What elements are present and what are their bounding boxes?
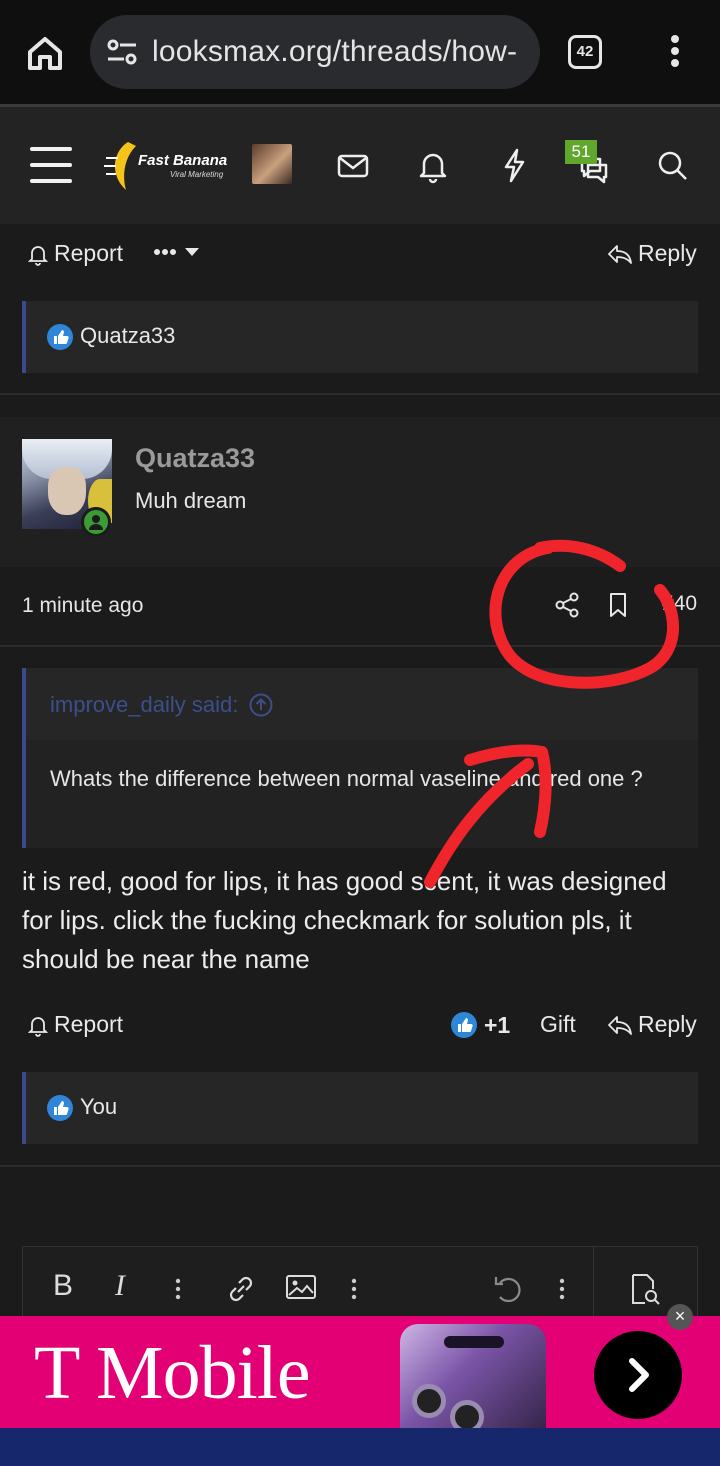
liked-by-user[interactable]: You (80, 1094, 117, 1120)
browser-menu-icon[interactable] (660, 32, 690, 72)
browser-toolbar: looksmax.org/threads/how- 42 (0, 0, 720, 104)
site-header: Fast Banana Viral Marketing 51 (0, 107, 720, 224)
quote-text: Whats the difference between normal vase… (50, 766, 643, 791)
preview-icon[interactable] (627, 1271, 663, 1312)
post-timestamp[interactable]: 1 minute ago (22, 594, 143, 618)
site-settings-icon[interactable] (106, 38, 138, 66)
share-icon[interactable] (554, 591, 580, 624)
quote-body: Whats the difference between normal vase… (26, 740, 698, 848)
inbox-icon[interactable] (333, 145, 373, 185)
divider (0, 1165, 720, 1167)
gift-button[interactable]: Gift (540, 1011, 576, 1038)
post-actions: Report +1 Gift Reply (0, 997, 720, 1057)
post-username[interactable]: Quatza33 (135, 443, 255, 474)
logo-text: Fast Banana (138, 152, 228, 169)
post-meta: 1 minute ago #40 (0, 567, 720, 645)
ad-banner[interactable]: T Mobile (0, 1316, 720, 1428)
like-icon (47, 324, 73, 350)
image-icon[interactable] (285, 1273, 317, 1306)
user-title: Muh dream (135, 488, 247, 513)
address-bar[interactable]: looksmax.org/threads/how- (90, 15, 540, 89)
search-icon[interactable] (652, 145, 692, 185)
report-label: Report (54, 240, 124, 266)
like-icon (47, 1095, 73, 1121)
like-count-button[interactable]: +1 (450, 1011, 510, 1039)
url-text[interactable]: looksmax.org/threads/how- (152, 35, 532, 69)
bell-icon (27, 1016, 49, 1037)
divider (0, 393, 720, 395)
quote-header[interactable]: improve_daily said: (50, 692, 274, 718)
reply-button[interactable]: Reply (606, 240, 697, 267)
report-label: Report (54, 1011, 124, 1037)
post-body-text: it is red, good for lips, it has good sc… (22, 866, 667, 974)
reply-label: Reply (638, 1011, 697, 1037)
chat-badge: 51 (565, 140, 597, 164)
quote-block: improve_daily said: Whats the difference… (22, 668, 698, 848)
bookmark-icon[interactable] (606, 591, 630, 624)
ad-next-button[interactable] (594, 1331, 682, 1419)
bold-button[interactable]: B (53, 1269, 73, 1303)
like-icon (451, 1012, 477, 1038)
reactions-bar: Quatza33 (22, 301, 698, 373)
undo-icon[interactable] (491, 1271, 527, 1312)
reply-icon (608, 244, 632, 264)
gift-label: Gift (540, 1011, 576, 1037)
chevron-right-icon (629, 1358, 649, 1392)
ad-close-icon[interactable]: × (667, 1304, 693, 1330)
prev-post-actions: Report Reply (0, 226, 720, 286)
tab-switcher-button[interactable]: 42 (568, 35, 602, 69)
ad-phone-image (400, 1324, 546, 1428)
reply-label: Reply (638, 240, 697, 266)
more-editor-options-icon[interactable] (557, 1277, 567, 1306)
reply-button[interactable]: Reply (606, 1011, 697, 1038)
report-button[interactable]: Report (26, 240, 123, 267)
italic-button[interactable]: I (115, 1269, 125, 1303)
post-user-header (0, 417, 720, 567)
site-logo[interactable]: Fast Banana Viral Marketing (104, 140, 234, 192)
more-insert-options-icon[interactable] (349, 1277, 359, 1306)
more-text-options-icon[interactable] (173, 1277, 183, 1306)
post-number-link[interactable]: #40 (662, 592, 697, 616)
ad-brand-text[interactable]: T Mobile (34, 1330, 311, 1417)
bell-icon[interactable] (413, 145, 453, 185)
report-button[interactable]: Report (26, 1011, 123, 1038)
bell-icon (27, 245, 49, 266)
like-count: +1 (484, 1011, 511, 1038)
jump-up-arrow-icon[interactable] (248, 692, 274, 718)
more-options-button[interactable] (152, 242, 208, 262)
link-icon[interactable] (223, 1271, 259, 1312)
reactions-bar: You (22, 1072, 698, 1144)
online-status-icon (81, 507, 111, 537)
logo-subtext: Viral Marketing (170, 170, 224, 179)
lightning-icon[interactable] (494, 145, 534, 185)
menu-icon[interactable] (30, 147, 72, 183)
reply-icon (608, 1015, 632, 1035)
bottom-bar (0, 1428, 720, 1466)
account-avatar[interactable] (252, 144, 292, 184)
ellipsis-dropdown-icon (154, 248, 199, 256)
quote-author[interactable]: improve_daily said: (50, 692, 238, 718)
home-icon[interactable] (22, 30, 68, 76)
liked-by-user[interactable]: Quatza33 (80, 323, 175, 349)
divider (0, 645, 720, 647)
